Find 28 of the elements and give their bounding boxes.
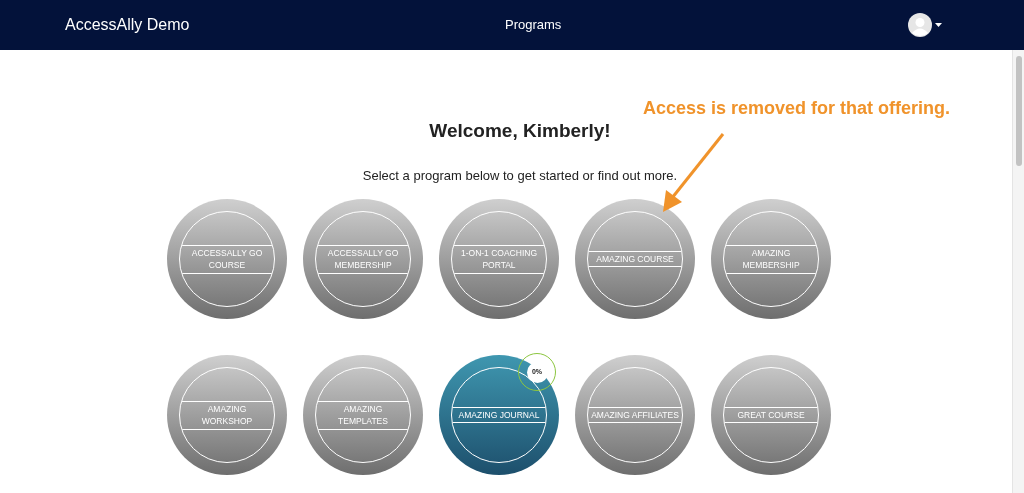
program-title: ACCESSALLY GO MEMBERSHIP bbox=[316, 244, 410, 274]
program-tile[interactable]: AMAZING MEMBERSHIP bbox=[711, 199, 831, 319]
nav-link[interactable]: Programs bbox=[505, 15, 562, 35]
program-tile[interactable]: GREAT COURSE bbox=[711, 355, 831, 475]
program-title: AMAZING COURSE bbox=[588, 250, 682, 268]
program-title: AMAZING WORKSHOP bbox=[180, 400, 274, 430]
program-title: AMAZING AFFILIATES bbox=[588, 406, 682, 424]
program-title: AMAZING MEMBERSHIP bbox=[724, 244, 818, 274]
program-tile[interactable]: ACCESSALLY GO MEMBERSHIP bbox=[303, 199, 423, 319]
program-title: GREAT COURSE bbox=[724, 406, 818, 424]
user-menu-button[interactable] bbox=[908, 13, 942, 37]
scrollbar-thumb[interactable] bbox=[1015, 56, 1022, 166]
welcome-heading: Welcome, Kimberly! bbox=[429, 119, 611, 143]
program-tile[interactable]: ACCESSALLY GO COURSE bbox=[167, 199, 287, 319]
program-title: AMAZING JOURNAL bbox=[452, 406, 546, 424]
site-brand[interactable]: AccessAlly Demo bbox=[65, 13, 325, 37]
program-title: 1-ON-1 COACHING PORTAL bbox=[452, 244, 546, 274]
caret-icon bbox=[935, 23, 942, 27]
program-tile[interactable]: AMAZING COURSE bbox=[575, 199, 695, 319]
annotation-text: Access is removed for that offering. bbox=[643, 97, 951, 120]
program-tile[interactable]: 1-ON-1 COACHING PORTAL bbox=[439, 199, 559, 319]
avatar-icon bbox=[908, 13, 932, 37]
welcome-subtitle: Select a program below to get started or find out more. bbox=[362, 166, 678, 185]
program-tile[interactable]: AMAZING TEMPLATES bbox=[303, 355, 423, 475]
program-title: ACCESSALLY GO COURSE bbox=[180, 244, 274, 274]
program-title: AMAZING TEMPLATES bbox=[316, 400, 410, 430]
program-tile[interactable]: AMAZING WORKSHOP bbox=[167, 355, 287, 475]
program-tile[interactable]: AMAZING AFFILIATES bbox=[575, 355, 695, 475]
